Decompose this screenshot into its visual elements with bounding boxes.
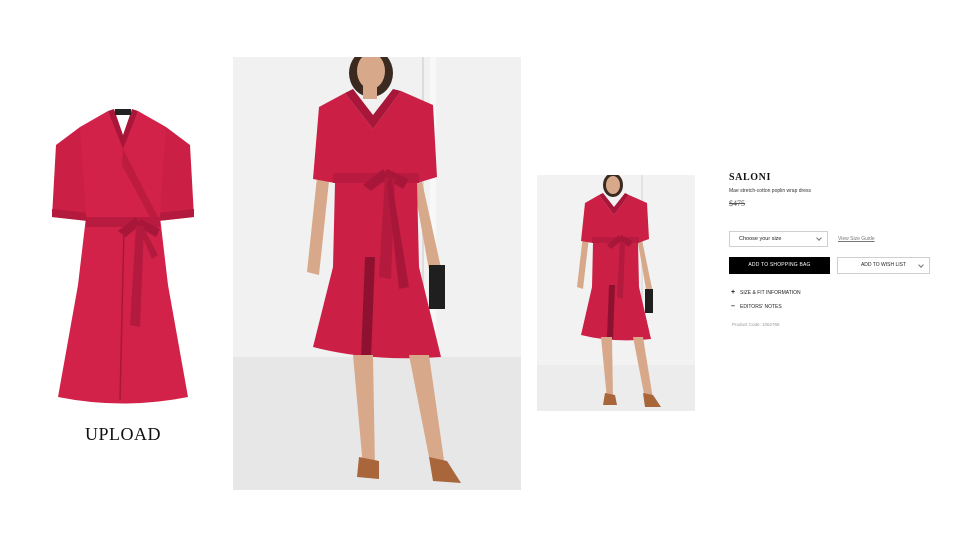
chevron-down-icon (918, 262, 924, 268)
product-details-panel: SALONI Mae stretch-cotton poplin wrap dr… (729, 172, 934, 342)
product-price: $475 (729, 199, 745, 208)
model-photo-small (537, 175, 695, 411)
accordion-size-fit[interactable]: + SIZE & FIT INFORMATION (731, 289, 801, 296)
minus-icon: – (731, 303, 735, 310)
chevron-down-icon (816, 235, 822, 241)
add-to-wishlist-button[interactable]: ADD TO WISH LIST (837, 257, 930, 274)
product-code: Product Code: 1062768 (732, 322, 780, 327)
size-select[interactable]: Choose your size (729, 231, 828, 247)
size-select-value: Choose your size (739, 236, 782, 242)
accordion-editors-notes[interactable]: – EDITORS' NOTES (731, 303, 782, 310)
product-description: Mae stretch-cotton poplin wrap dress (729, 188, 811, 194)
add-to-bag-button[interactable]: ADD TO SHOPPING BAG (729, 257, 830, 274)
brand-name[interactable]: SALONI (729, 172, 771, 183)
model-photo-large (233, 57, 521, 490)
plus-icon: + (731, 289, 736, 296)
accordion-label: SIZE & FIT INFORMATION (740, 290, 801, 296)
uploaded-dress-image (48, 105, 198, 410)
accordion-label: EDITORS' NOTES (740, 304, 782, 310)
add-to-wishlist-label: ADD TO WISH LIST (860, 262, 907, 268)
upload-label: UPLOAD (84, 424, 161, 444)
size-guide-link[interactable]: View Size Guide (838, 236, 875, 242)
